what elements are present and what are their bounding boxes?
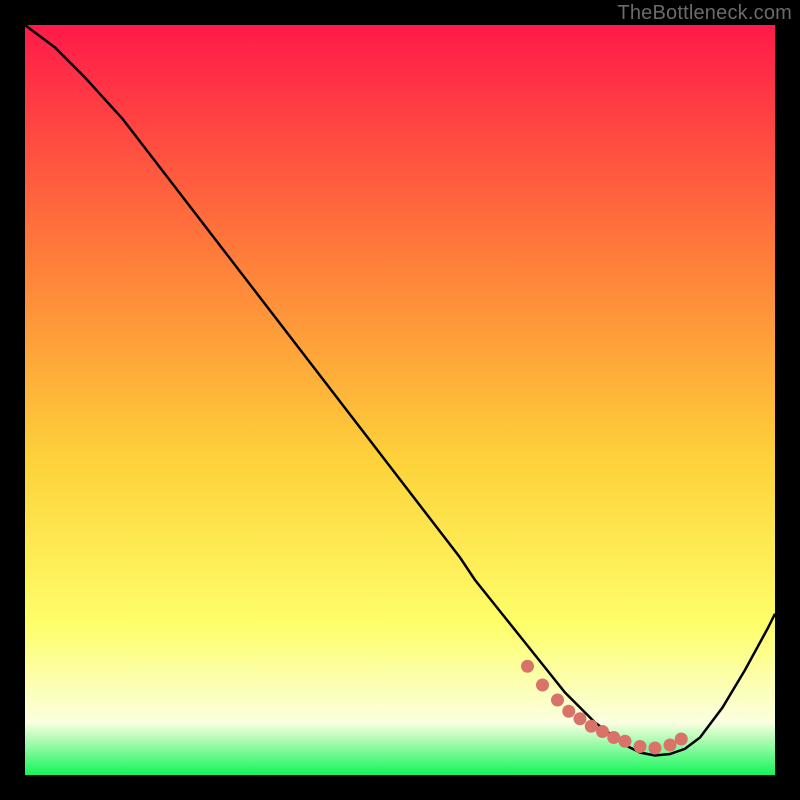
marker-dot xyxy=(585,720,598,733)
marker-dot xyxy=(536,679,549,692)
marker-dot xyxy=(562,705,575,718)
marker-dot xyxy=(634,740,647,753)
marker-dot xyxy=(607,731,620,744)
marker-dot xyxy=(596,725,609,738)
marker-dot xyxy=(664,739,677,752)
marker-dot xyxy=(521,660,534,673)
marker-dot xyxy=(649,742,662,755)
marker-dot xyxy=(619,735,632,748)
watermark-text: TheBottleneck.com xyxy=(617,2,792,25)
chart-container: TheBottleneck.com xyxy=(0,0,800,800)
marker-dot xyxy=(675,733,688,746)
marker-dot xyxy=(574,712,587,725)
marker-dot xyxy=(551,694,564,707)
chart-svg xyxy=(25,25,775,775)
plot-area xyxy=(25,25,775,775)
